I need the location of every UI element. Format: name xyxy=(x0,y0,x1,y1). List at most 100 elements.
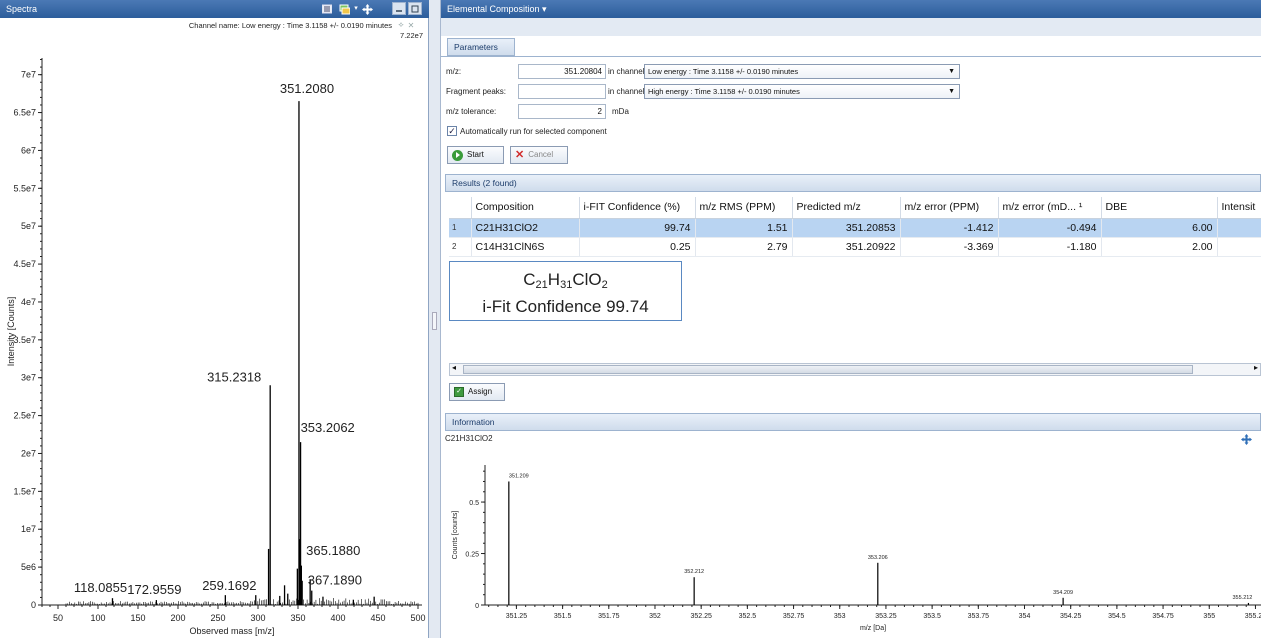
results-horizontal-scrollbar[interactable]: ◂ ▸ xyxy=(449,363,1261,376)
y-tick-label: 2.5e7 xyxy=(13,411,36,421)
channel-select-1-value: Low energy : Time 3.1158 +/- 0.0190 minu… xyxy=(648,67,799,76)
y-tick-label: 7e7 xyxy=(21,70,36,80)
peak-label: 351.2080 xyxy=(280,81,334,96)
y-tick-label: 4e7 xyxy=(21,297,36,307)
column-header[interactable]: Composition xyxy=(471,197,580,219)
formula-part: H xyxy=(547,270,561,289)
fragment-input[interactable] xyxy=(518,84,606,99)
cell-error-mda: -1.180 xyxy=(998,237,1102,257)
auto-run-checkbox[interactable]: ✓ xyxy=(447,126,457,136)
y-tick-label: 4.5e7 xyxy=(13,259,36,269)
y-tick-label: 5e7 xyxy=(21,221,36,231)
parameters-tab-label: Parameters xyxy=(454,42,498,52)
callout-confidence: i-Fit Confidence 99.74 xyxy=(482,297,649,316)
x-tick-label: 353.75 xyxy=(968,613,990,620)
x-tick-label: 351.75 xyxy=(598,613,620,620)
y-tick-label: 1.5e7 xyxy=(13,486,36,496)
mz-input[interactable]: 351.20804 xyxy=(518,64,606,79)
column-header[interactable]: i-FIT Confidence (%) xyxy=(579,197,696,219)
scroll-right-icon[interactable]: ▸ xyxy=(1254,363,1258,372)
cell-error-ppm: -1.412 xyxy=(900,218,999,238)
column-header[interactable]: m/z error (PPM) xyxy=(900,197,999,219)
column-header[interactable]: m/z RMS (PPM) xyxy=(695,197,793,219)
peak-label: 355.212 xyxy=(1232,595,1252,601)
channel-select-1[interactable]: Low energy : Time 3.1158 +/- 0.0190 minu… xyxy=(644,64,960,79)
move-icon[interactable] xyxy=(1240,433,1252,445)
cell-intensity xyxy=(1217,237,1261,257)
tab-divider xyxy=(441,56,1261,57)
y-tick-label: 0 xyxy=(475,603,479,610)
x-tick-label: 200 xyxy=(170,613,185,623)
cell-rms: 1.51 xyxy=(695,218,793,238)
start-button[interactable]: Start xyxy=(447,146,504,164)
results-header: Results (2 found) xyxy=(445,174,1261,192)
channel-select-2-value: High energy : Time 3.1158 +/- 0.0190 min… xyxy=(648,87,800,96)
y-axis-label: Counts [counts] xyxy=(452,511,459,560)
x-tick-label: 500 xyxy=(410,613,425,623)
column-header[interactable]: Predicted m/z xyxy=(792,197,901,219)
cell-predicted: 351.20853 xyxy=(792,218,901,238)
results-table: Composition i-FIT Confidence (%) m/z RMS… xyxy=(449,197,1261,257)
peak-label: 315.2318 xyxy=(207,369,261,384)
y-axis-label: Intensity [Counts] xyxy=(6,297,16,367)
peak-label: 351.209 xyxy=(509,473,529,479)
isotope-pattern-chart: 351.25 351.5 351.75 352 352.25 352.5 352.75 353… xyxy=(452,465,1261,632)
elemental-title[interactable]: Elemental Composition ▾ xyxy=(447,4,547,14)
y-tick-label: 6e7 xyxy=(21,145,36,155)
peak-label: 365.1880 xyxy=(306,543,360,558)
cell-composition: C14H31ClN6S xyxy=(471,237,580,257)
x-tick-label: 354 xyxy=(1019,613,1031,620)
maximize-icon[interactable] xyxy=(408,2,422,15)
y-tick-label: 1e7 xyxy=(21,524,36,534)
in-channel-label-2: in channel: xyxy=(608,87,647,96)
spectra-title: Spectra xyxy=(6,4,38,14)
x-tick-label: 150 xyxy=(130,613,145,623)
auto-run-label: Automatically run for selected component xyxy=(460,127,607,136)
mass-spectrum-chart: 50 100 150 200 250 300 350 400 450 500 0 5e6 1e7 1.5e… xyxy=(6,58,426,636)
elemental-header: Elemental Composition ▾ xyxy=(441,0,1261,18)
x-tick-label: 250 xyxy=(210,613,225,623)
column-header[interactable]: m/z error (mD... ¹ xyxy=(998,197,1102,219)
assign-button[interactable]: ✓ Assign xyxy=(449,383,505,401)
table-row[interactable]: 2 C14H31ClN6S 0.25 2.79 351.20922 -3.369… xyxy=(449,237,1261,257)
dropdown-arrow-icon[interactable]: ▾ xyxy=(351,3,361,15)
x-tick-label: 450 xyxy=(370,613,385,623)
cancel-button[interactable]: ✕ Cancel xyxy=(510,146,568,164)
y-tick-label: 3e7 xyxy=(21,373,36,383)
assign-label: Assign xyxy=(468,387,493,396)
scrollbar-thumb[interactable] xyxy=(463,365,1193,374)
y-tick-label: 3.5e7 xyxy=(13,335,36,345)
channel-select-2[interactable]: High energy : Time 3.1158 +/- 0.0190 min… xyxy=(644,84,960,99)
formula-callout: C21H31ClO2 i-Fit Confidence 99.74 xyxy=(449,261,682,321)
tolerance-label: m/z tolerance: xyxy=(446,107,497,116)
list-icon[interactable] xyxy=(321,3,333,15)
column-header[interactable]: Intensit xyxy=(1217,197,1261,219)
x-tick-label: 352.5 xyxy=(739,613,757,620)
row-index: 1 xyxy=(449,218,472,238)
peak-label: 353.2062 xyxy=(301,420,355,435)
x-tick-label: 50 xyxy=(53,613,63,623)
scroll-left-icon[interactable]: ◂ xyxy=(452,363,456,372)
layers-icon[interactable] xyxy=(338,3,350,15)
splitter-grip[interactable] xyxy=(432,312,437,330)
tolerance-input[interactable]: 2 xyxy=(518,104,606,119)
cell-rms: 2.79 xyxy=(695,237,793,257)
x-tick-label: 355 xyxy=(1203,613,1215,620)
formula-subscript: 21 xyxy=(535,279,548,291)
x-tick-label: 353 xyxy=(834,613,846,620)
cancel-label: Cancel xyxy=(528,150,554,159)
tab-parameters[interactable]: Parameters xyxy=(447,38,515,56)
column-header[interactable]: DBE xyxy=(1101,197,1218,219)
x-tick-label: 353.25 xyxy=(875,613,897,620)
y-tick-label: 0 xyxy=(31,600,36,610)
panel-splitter[interactable] xyxy=(429,0,441,638)
move-icon[interactable] xyxy=(361,3,373,15)
peak-label: 367.1890 xyxy=(308,573,362,588)
x-tick-label: 100 xyxy=(90,613,105,623)
formula-subscript: 31 xyxy=(560,279,573,291)
y-tick-label: 2e7 xyxy=(21,448,36,458)
peak-label: 352.212 xyxy=(684,569,704,575)
table-row[interactable]: 1 C21H31ClO2 99.74 1.51 351.20853 -1.412… xyxy=(449,218,1261,238)
fragment-label: Fragment peaks: xyxy=(446,87,507,96)
minimize-icon[interactable] xyxy=(392,2,406,15)
